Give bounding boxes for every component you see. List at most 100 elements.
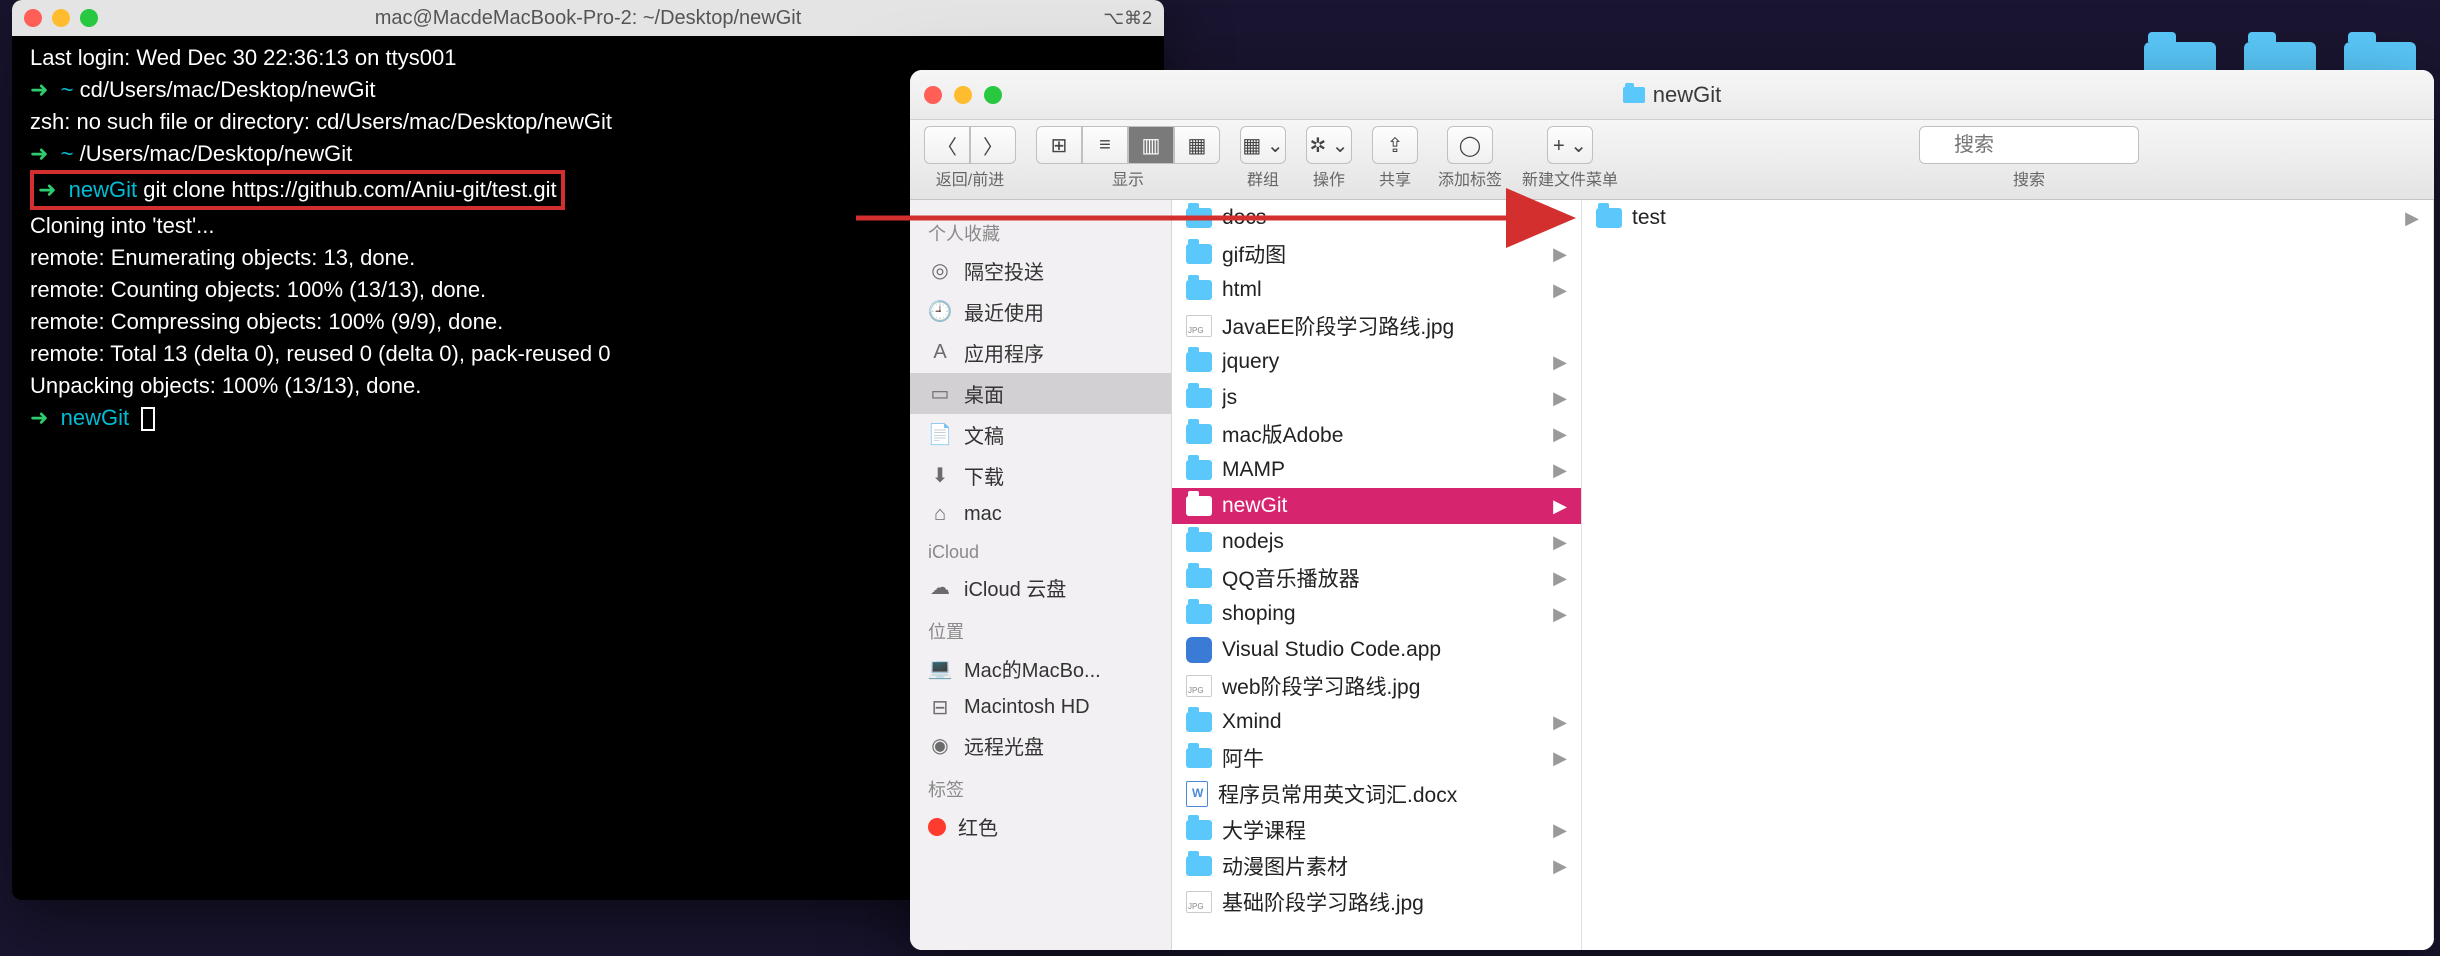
list-item[interactable]: 大学课程▶	[1172, 812, 1581, 848]
sidebar-item[interactable]: 💻Mac的MacBo...	[910, 648, 1171, 689]
folder-icon	[1186, 856, 1212, 876]
list-item-label: Xmind	[1222, 710, 1553, 734]
list-item-label: 基础阶段学习路线.jpg	[1222, 887, 1567, 917]
sidebar-item-icon: ⬇	[928, 464, 952, 488]
chevron-right-icon: ▶	[1553, 244, 1567, 265]
list-item[interactable]: mac版Adobe▶	[1172, 416, 1581, 452]
new-folder-button[interactable]: + ⌄	[1547, 126, 1593, 164]
list-item[interactable]: nodejs▶	[1172, 524, 1581, 560]
folder-icon	[1186, 532, 1212, 552]
sidebar-tag-item[interactable]: 红色	[910, 806, 1171, 847]
list-item[interactable]: js▶	[1172, 380, 1581, 416]
group-button[interactable]: ▦ ⌄	[1240, 126, 1286, 164]
forward-button[interactable]: 〉	[970, 126, 1016, 164]
list-item[interactable]: gif动图▶	[1172, 236, 1581, 272]
folder-icon	[1186, 208, 1212, 228]
list-item[interactable]: shoping▶	[1172, 596, 1581, 632]
finder-column-2: test▶	[1582, 200, 2434, 950]
terminal-titlebar[interactable]: mac@MacdeMacBook-Pro-2: ~/Desktop/newGit…	[12, 0, 1164, 36]
chevron-right-icon: ▶	[1553, 748, 1567, 769]
sidebar-item[interactable]: A应用程序	[910, 332, 1171, 373]
sidebar-item-label: 文稿	[964, 420, 1004, 449]
sidebar-item-icon: ▭	[928, 382, 952, 406]
folder-icon	[1186, 244, 1212, 264]
sidebar-item[interactable]: 🕘最近使用	[910, 291, 1171, 332]
sidebar-item-icon: 🕘	[928, 300, 952, 324]
toolbar-label: 返回/前进	[936, 166, 1004, 190]
folder-icon	[1186, 460, 1212, 480]
sidebar-head-locations: 位置	[910, 608, 1171, 648]
sidebar-item[interactable]: ☁iCloud 云盘	[910, 567, 1171, 608]
view-list-button[interactable]: ≡	[1082, 126, 1128, 164]
list-item-label: web阶段学习路线.jpg	[1222, 671, 1567, 701]
toolbar-label: 显示	[1112, 166, 1144, 190]
view-gallery-button[interactable]: ▦	[1174, 126, 1220, 164]
image-file-icon	[1186, 891, 1212, 913]
finder-column-1: docs▶gif动图▶html▶JavaEE阶段学习路线.jpgjquery▶j…	[1172, 200, 1582, 950]
list-item[interactable]: Xmind▶	[1172, 704, 1581, 740]
list-item-label: mac版Adobe	[1222, 419, 1553, 449]
list-item-label: jquery	[1222, 350, 1553, 374]
list-item[interactable]: JavaEE阶段学习路线.jpg	[1172, 308, 1581, 344]
sidebar-item[interactable]: 📄文稿	[910, 414, 1171, 455]
list-item-label: test	[1632, 206, 2405, 230]
folder-icon	[1186, 424, 1212, 444]
view-column-button[interactable]: ▥	[1128, 126, 1174, 164]
list-item[interactable]: Visual Studio Code.app	[1172, 632, 1581, 668]
close-icon[interactable]	[24, 9, 42, 27]
minimize-icon[interactable]	[954, 86, 972, 104]
view-icon-button[interactable]: ⊞	[1036, 126, 1082, 164]
sidebar-item[interactable]: ◉远程光盘	[910, 725, 1171, 766]
sidebar-item-icon: ⌂	[928, 502, 952, 526]
list-item-label: nodejs	[1222, 530, 1553, 554]
zoom-icon[interactable]	[984, 86, 1002, 104]
list-item-label: QQ音乐播放器	[1222, 563, 1553, 593]
list-item[interactable]: html▶	[1172, 272, 1581, 308]
minimize-icon[interactable]	[52, 9, 70, 27]
list-item[interactable]: test▶	[1582, 200, 2433, 236]
share-button[interactable]: ⇪	[1372, 126, 1418, 164]
chevron-right-icon: ▶	[1553, 496, 1567, 517]
sidebar-item-label: 桌面	[964, 379, 1004, 408]
sidebar-item-label: iCloud 云盘	[964, 573, 1066, 602]
search-input[interactable]	[1919, 126, 2139, 164]
folder-icon	[1623, 87, 1645, 103]
folder-icon	[1186, 568, 1212, 588]
sidebar-item[interactable]: ⌂mac	[910, 496, 1171, 532]
finder-titlebar[interactable]: newGit	[910, 70, 2434, 120]
folder-icon	[1186, 820, 1212, 840]
sidebar-item[interactable]: ⬇下载	[910, 455, 1171, 496]
close-icon[interactable]	[924, 86, 942, 104]
list-item[interactable]: jquery▶	[1172, 344, 1581, 380]
toolbar-label: 添加标签	[1438, 166, 1502, 190]
list-item[interactable]: web阶段学习路线.jpg	[1172, 668, 1581, 704]
folder-icon	[1186, 496, 1212, 516]
action-button[interactable]: ✲ ⌄	[1306, 126, 1352, 164]
sidebar-head-favorites: 个人收藏	[910, 210, 1171, 250]
list-item-label: 动漫图片素材	[1222, 851, 1553, 881]
list-item-label: js	[1222, 386, 1553, 410]
folder-icon	[1186, 280, 1212, 300]
back-button[interactable]: 〈	[924, 126, 970, 164]
sidebar-item-icon: ⊟	[928, 695, 952, 719]
sidebar-item[interactable]: ▭ 桌面	[910, 373, 1171, 414]
list-item[interactable]: MAMP▶	[1172, 452, 1581, 488]
list-item[interactable]: docs▶	[1172, 200, 1581, 236]
list-item[interactable]: 基础阶段学习路线.jpg	[1172, 884, 1581, 920]
folder-icon	[1186, 748, 1212, 768]
list-item[interactable]: 动漫图片素材▶	[1172, 848, 1581, 884]
list-item[interactable]: 程序员常用英文词汇.docx	[1172, 776, 1581, 812]
tags-button[interactable]: ◯	[1447, 126, 1493, 164]
list-item[interactable]: QQ音乐播放器▶	[1172, 560, 1581, 596]
sidebar-head-tags: 标签	[910, 766, 1171, 806]
folder-icon	[1186, 388, 1212, 408]
sidebar-item[interactable]: ⊟Macintosh HD	[910, 689, 1171, 725]
list-item[interactable]: 阿牛▶	[1172, 740, 1581, 776]
tag-dot-icon	[928, 818, 946, 836]
chevron-right-icon: ▶	[1553, 460, 1567, 481]
zoom-icon[interactable]	[80, 9, 98, 27]
list-item[interactable]: newGit▶	[1172, 488, 1581, 524]
app-icon	[1186, 637, 1212, 663]
sidebar-head-icloud: iCloud	[910, 532, 1171, 567]
sidebar-item[interactable]: ◎隔空投送	[910, 250, 1171, 291]
